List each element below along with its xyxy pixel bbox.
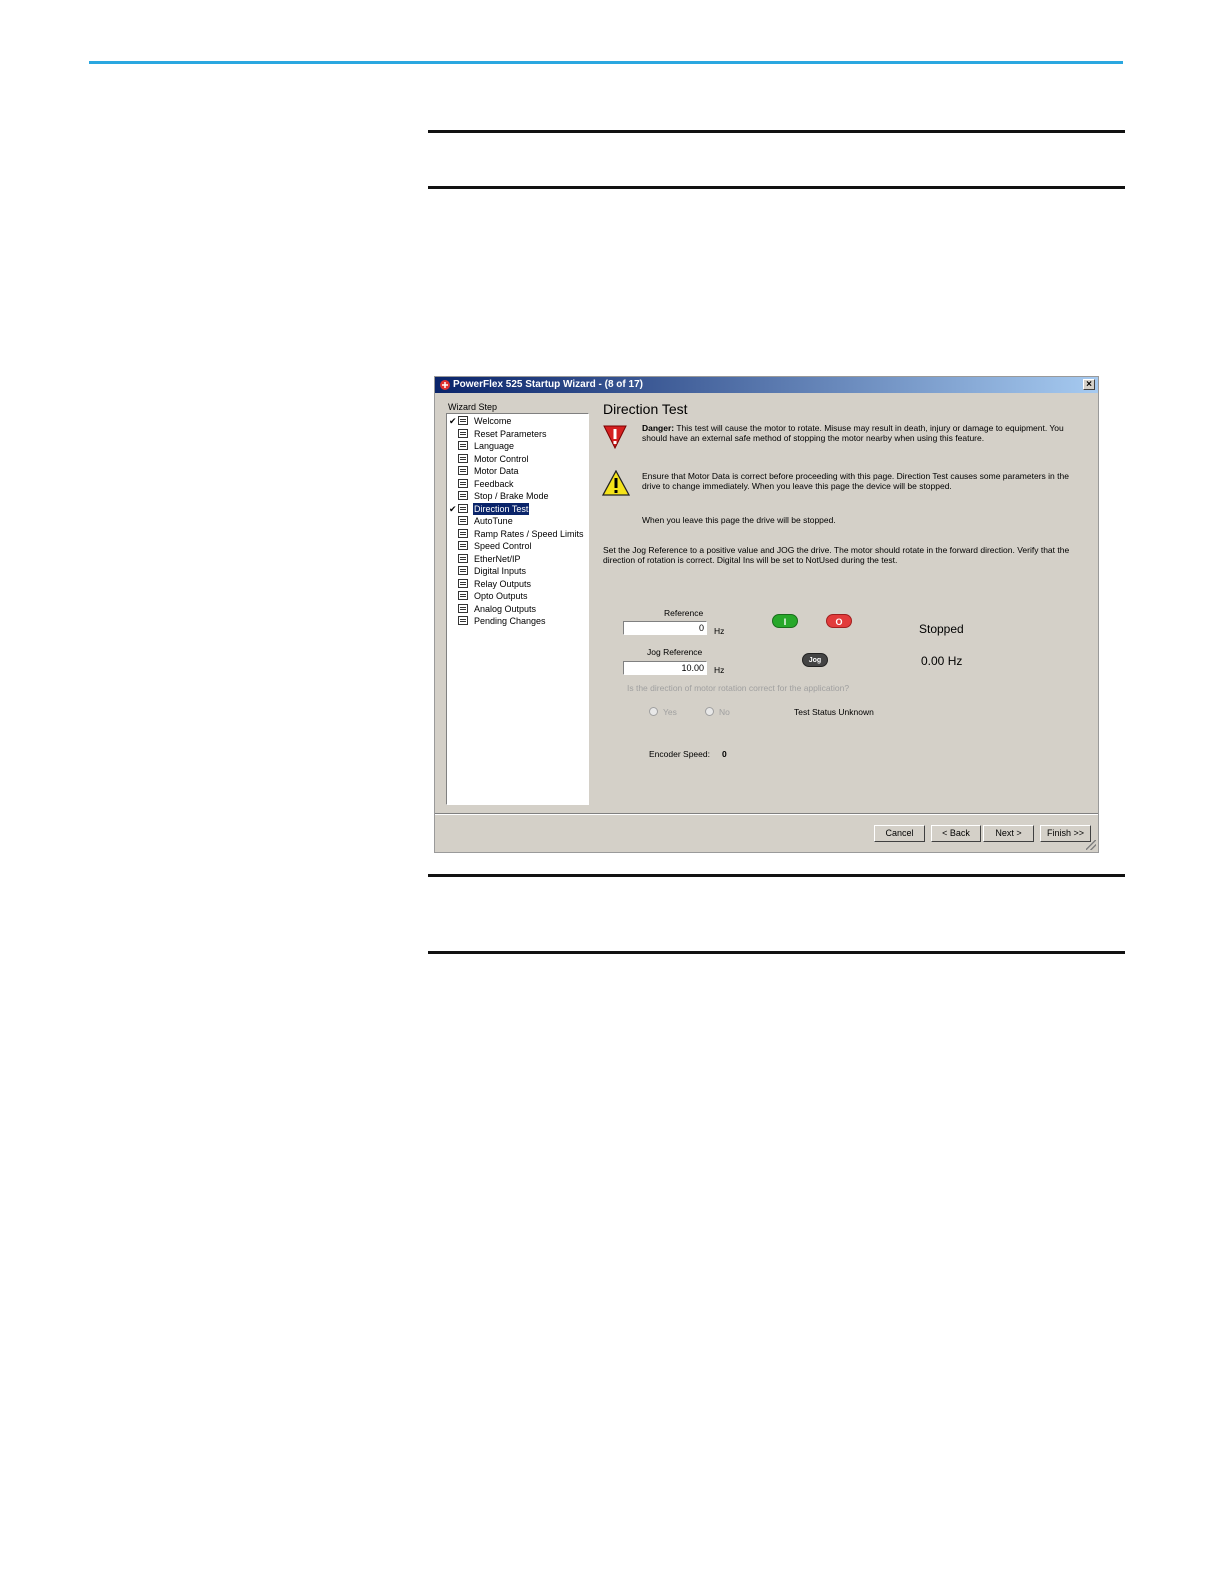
step-icon xyxy=(458,553,468,563)
instructions-text: Set the Jog Reference to a positive valu… xyxy=(603,545,1070,565)
top-divider-rule xyxy=(428,130,1125,133)
footer-separator xyxy=(435,813,1098,815)
startup-wizard-window: PowerFlex 525 Startup Wizard - (8 of 17)… xyxy=(434,376,1099,853)
danger-icon xyxy=(603,425,627,450)
step-icon xyxy=(458,616,468,625)
sidebar-item-label: Direction Test xyxy=(473,502,530,515)
jog-reference-input[interactable]: 10.00 xyxy=(623,661,707,675)
step-icon xyxy=(458,516,468,525)
step-icon xyxy=(458,428,468,438)
header-accent-rule xyxy=(89,61,1123,64)
step-icon xyxy=(458,541,468,550)
reference-label: Reference xyxy=(664,608,704,618)
close-button[interactable]: × xyxy=(1083,379,1095,390)
checkmark-icon: ✔ xyxy=(449,416,457,426)
window-title: PowerFlex 525 Startup Wizard - (8 of 17) xyxy=(453,379,643,390)
caution-icon xyxy=(602,470,630,496)
danger-body: This test will cause the motor to rotate… xyxy=(642,423,1064,443)
step-icon xyxy=(458,603,468,613)
sidebar-item-label: Analog Outputs xyxy=(474,603,537,614)
sidebar-item-label: Motor Control xyxy=(474,453,529,464)
direction-question: Is the direction of motor rotation corre… xyxy=(627,683,850,693)
step-icon xyxy=(458,416,468,425)
sidebar-item-label: Ramp Rates / Speed Limits xyxy=(474,528,584,539)
no-label: No xyxy=(719,707,730,717)
sidebar-item-label: Speed Control xyxy=(474,541,532,551)
encoder-speed-label: Encoder Speed: xyxy=(649,749,710,759)
sidebar-item-label: Feedback xyxy=(474,478,514,489)
reference-input[interactable]: 0 xyxy=(623,621,707,635)
reference-unit: Hz xyxy=(714,626,725,636)
stop-button[interactable]: O xyxy=(826,614,852,628)
sidebar-item-label: AutoTune xyxy=(474,516,513,526)
step-icon xyxy=(458,453,468,463)
back-button[interactable]: < Back xyxy=(931,825,981,842)
yes-label: Yes xyxy=(663,707,677,717)
sidebar-item-label: EtherNet/IP xyxy=(474,553,521,564)
sidebar-item-label: Digital Inputs xyxy=(474,566,527,576)
step-icon xyxy=(458,566,468,575)
caution-message: Ensure that Motor Data is correct before… xyxy=(642,471,1069,491)
jog-reference-unit: Hz xyxy=(714,665,725,675)
app-icon xyxy=(440,380,450,390)
sidebar-item-label: Welcome xyxy=(474,416,512,426)
stop-note: When you leave this page the drive will … xyxy=(642,515,836,525)
step-icon xyxy=(458,441,468,450)
no-radio[interactable] xyxy=(705,707,714,716)
danger-label: Danger: xyxy=(642,423,675,433)
drive-frequency: 0.00 Hz xyxy=(921,654,963,668)
sidebar-item-label: Language xyxy=(474,441,515,451)
sidebar-item-label: Motor Data xyxy=(474,466,519,476)
yes-radio[interactable] xyxy=(649,707,658,716)
page-title: Direction Test xyxy=(603,401,688,417)
step-icon xyxy=(458,578,468,588)
step-icon xyxy=(458,478,468,488)
checkmark-icon: ✔ xyxy=(449,503,457,514)
top-divider-rule-2 xyxy=(428,186,1125,189)
start-button[interactable]: I xyxy=(772,614,798,628)
sidebar-item-label: Reset Parameters xyxy=(474,428,547,439)
test-status: Test Status Unknown xyxy=(794,707,874,717)
step-icon xyxy=(458,591,468,600)
window-titlebar: PowerFlex 525 Startup Wizard - (8 of 17)… xyxy=(435,377,1098,393)
step-icon xyxy=(458,503,468,513)
resize-grip-icon[interactable] xyxy=(1086,840,1096,850)
step-icon xyxy=(458,491,468,500)
cancel-button[interactable]: Cancel xyxy=(874,825,925,842)
sidebar-item-label: Stop / Brake Mode xyxy=(474,491,549,501)
sidebar-item-label: Opto Outputs xyxy=(474,591,528,601)
danger-message: Danger: This test will cause the motor t… xyxy=(642,423,1082,443)
encoder-speed-value: 0 xyxy=(722,749,727,759)
sidebar-item-label: Pending Changes xyxy=(474,616,546,626)
drive-status: Stopped xyxy=(919,622,964,636)
wizard-step-label: Wizard Step xyxy=(448,402,498,412)
jog-button[interactable]: Jog xyxy=(802,653,828,667)
step-icon xyxy=(458,528,468,538)
step-icon xyxy=(458,466,468,475)
next-button[interactable]: Next > xyxy=(983,825,1034,842)
sidebar-item-label: Relay Outputs xyxy=(474,578,532,589)
wizard-step-tree: ✔ Welcome Reset Parameters Language Moto… xyxy=(446,413,589,805)
finish-button[interactable]: Finish >> xyxy=(1040,825,1091,842)
bottom-divider-rule xyxy=(428,874,1125,877)
bottom-divider-rule-2 xyxy=(428,951,1125,954)
jog-reference-label: Jog Reference xyxy=(647,647,703,657)
